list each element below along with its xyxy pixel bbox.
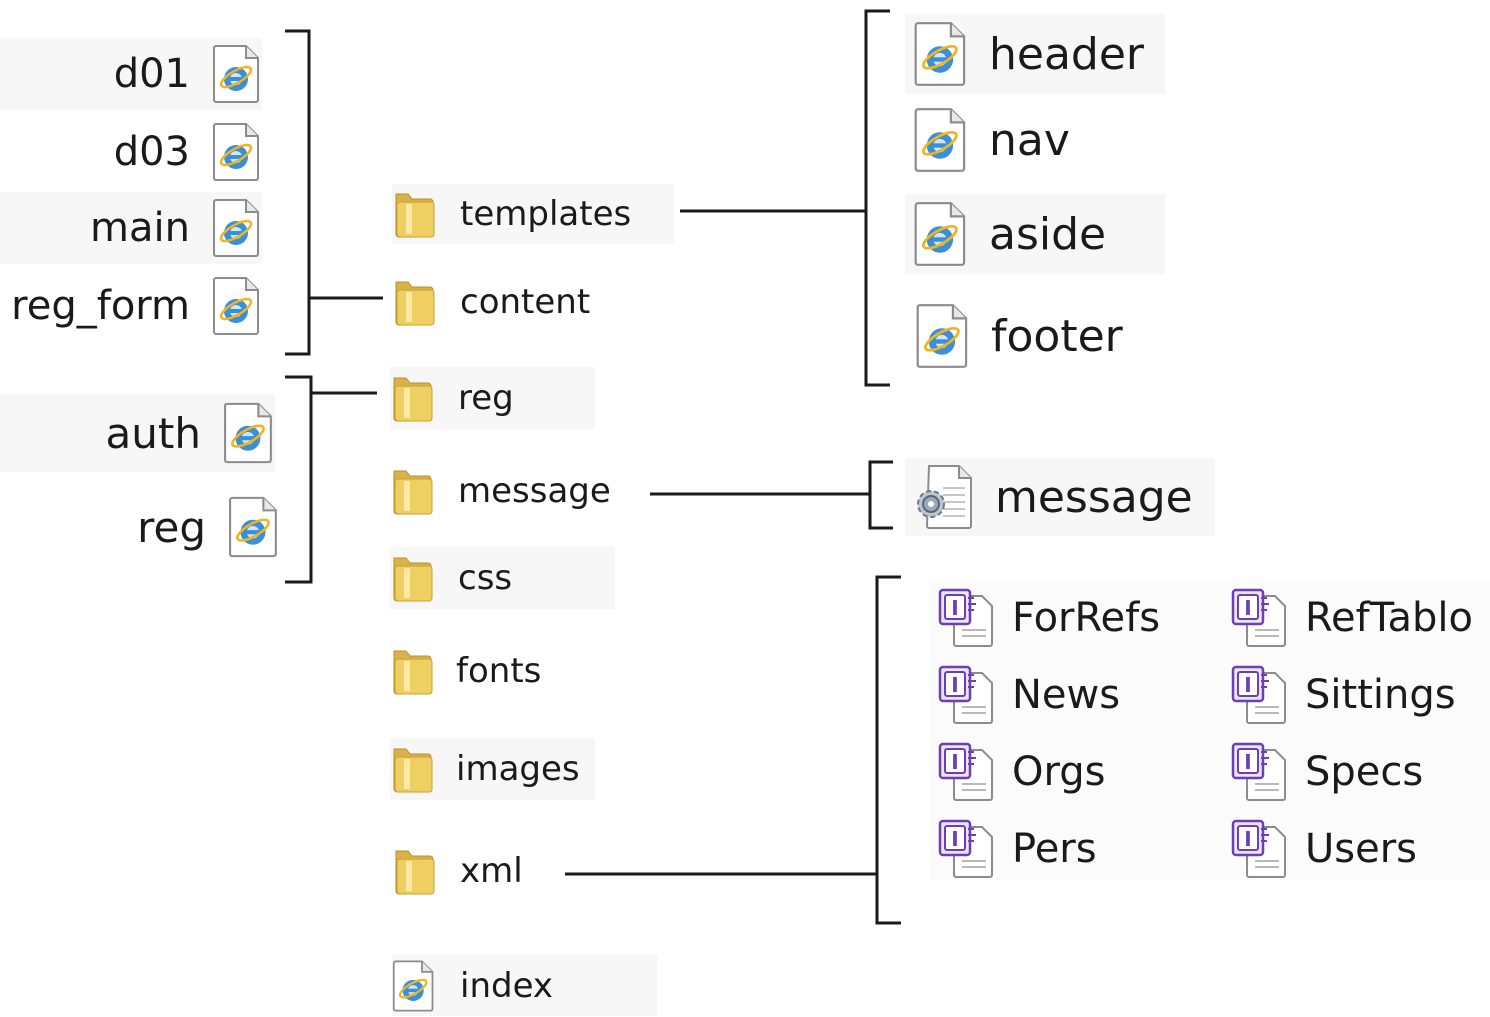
folder-message[interactable]: message (390, 460, 645, 522)
file-label: Users (1305, 826, 1418, 872)
ie-document-icon (212, 122, 262, 182)
xml-document-icon: I (1231, 742, 1291, 802)
svg-text:I: I (951, 750, 958, 774)
ie-document-icon (913, 21, 969, 87)
template-file-header[interactable]: header (905, 14, 1165, 94)
folder-label: images (456, 749, 580, 789)
ie-document-icon (915, 303, 971, 369)
xml-document-icon: I (1231, 819, 1291, 879)
ie-document-icon (228, 495, 280, 559)
svg-text:I: I (1244, 673, 1251, 697)
reg-file-reg[interactable]: reg (0, 488, 280, 566)
folder-icon (390, 372, 434, 424)
folder-content[interactable]: content (392, 272, 674, 332)
xml-file-reftablo[interactable]: I RefTablo (1231, 584, 1489, 652)
file-index[interactable]: index (392, 955, 657, 1016)
ie-document-icon (212, 44, 262, 104)
ie-document-icon (212, 198, 262, 258)
message-file[interactable]: message (905, 458, 1215, 536)
file-label: index (460, 965, 554, 1006)
message-bracket (868, 460, 893, 530)
template-file-footer[interactable]: footer (905, 296, 1165, 376)
xml-document-icon: I (1231, 665, 1291, 725)
xml-file-specs[interactable]: I Specs (1231, 738, 1489, 806)
content-file-reg-form[interactable]: reg_form (0, 270, 262, 342)
folder-xml[interactable]: xml (392, 840, 562, 902)
folder-icon (390, 465, 434, 517)
svg-text:I: I (951, 827, 958, 851)
folder-css[interactable]: css (390, 547, 615, 609)
content-file-d01[interactable]: d01 (0, 38, 262, 110)
folder-label: css (458, 558, 513, 598)
xml-file-users[interactable]: I Users (1231, 815, 1489, 883)
reg-file-auth[interactable]: auth (0, 394, 275, 472)
gear-document-icon (913, 464, 975, 530)
folder-icon (392, 276, 436, 328)
content-file-d03[interactable]: d03 (0, 116, 262, 188)
xml-bracket (875, 575, 901, 925)
file-label: aside (989, 208, 1107, 260)
file-label: auth (105, 408, 201, 458)
xml-document-icon: I (938, 665, 998, 725)
folder-icon (390, 552, 434, 604)
folder-fonts[interactable]: fonts (390, 640, 590, 702)
template-file-aside[interactable]: aside (905, 194, 1165, 274)
xml-file-sittings[interactable]: I Sittings (1231, 661, 1489, 729)
xml-file-orgs[interactable]: I Orgs (938, 738, 1198, 806)
ie-document-icon (913, 201, 969, 267)
file-label: News (1012, 672, 1121, 718)
xml-file-pers[interactable]: I Pers (938, 815, 1198, 883)
xml-document-icon: I (938, 819, 998, 879)
file-label: nav (989, 114, 1070, 166)
folder-icon (392, 188, 436, 240)
file-label: message (995, 471, 1193, 523)
content-bracket (285, 29, 311, 356)
svg-text:I: I (951, 673, 958, 697)
svg-text:I: I (1244, 827, 1251, 851)
folder-icon (390, 743, 434, 795)
svg-text:I: I (1244, 750, 1251, 774)
file-label: reg (137, 502, 206, 552)
ie-document-icon (223, 401, 275, 465)
file-label: Sittings (1305, 672, 1456, 718)
file-label: main (90, 205, 190, 251)
ie-document-icon (392, 959, 436, 1013)
file-label: reg_form (11, 283, 190, 329)
folder-label: message (458, 471, 611, 511)
svg-text:I: I (951, 596, 958, 620)
file-label: d01 (113, 51, 190, 97)
ie-document-icon (212, 276, 262, 336)
file-label: Pers (1012, 826, 1097, 872)
folder-label: templates (460, 194, 632, 234)
svg-text:I: I (1244, 596, 1251, 620)
xml-document-icon: I (938, 742, 998, 802)
xml-document-icon: I (938, 588, 998, 648)
file-label: Specs (1305, 749, 1424, 795)
file-label: d03 (113, 129, 190, 175)
templates-bracket (864, 9, 890, 387)
folder-icon (392, 845, 436, 897)
ie-document-icon (913, 107, 969, 173)
file-label: ForRefs (1012, 595, 1161, 641)
file-label: footer (991, 310, 1123, 362)
folder-label: fonts (456, 651, 542, 691)
file-label: Orgs (1012, 749, 1106, 795)
folder-label: xml (460, 851, 523, 891)
file-label: header (989, 28, 1145, 80)
xml-file-forrefs[interactable]: I ForRefs (938, 584, 1198, 652)
folder-images[interactable]: images (390, 738, 595, 800)
xml-document-icon: I (1231, 588, 1291, 648)
xml-file-news[interactable]: I News (938, 661, 1198, 729)
content-file-main[interactable]: main (0, 192, 262, 264)
folder-templates[interactable]: templates (392, 184, 674, 244)
reg-bracket (285, 375, 313, 584)
folder-label: reg (458, 378, 514, 418)
folder-label: content (460, 282, 591, 322)
file-label: RefTablo (1305, 595, 1473, 641)
template-file-nav[interactable]: nav (905, 100, 1165, 180)
folder-reg[interactable]: reg (390, 367, 595, 429)
folder-icon (390, 645, 434, 697)
